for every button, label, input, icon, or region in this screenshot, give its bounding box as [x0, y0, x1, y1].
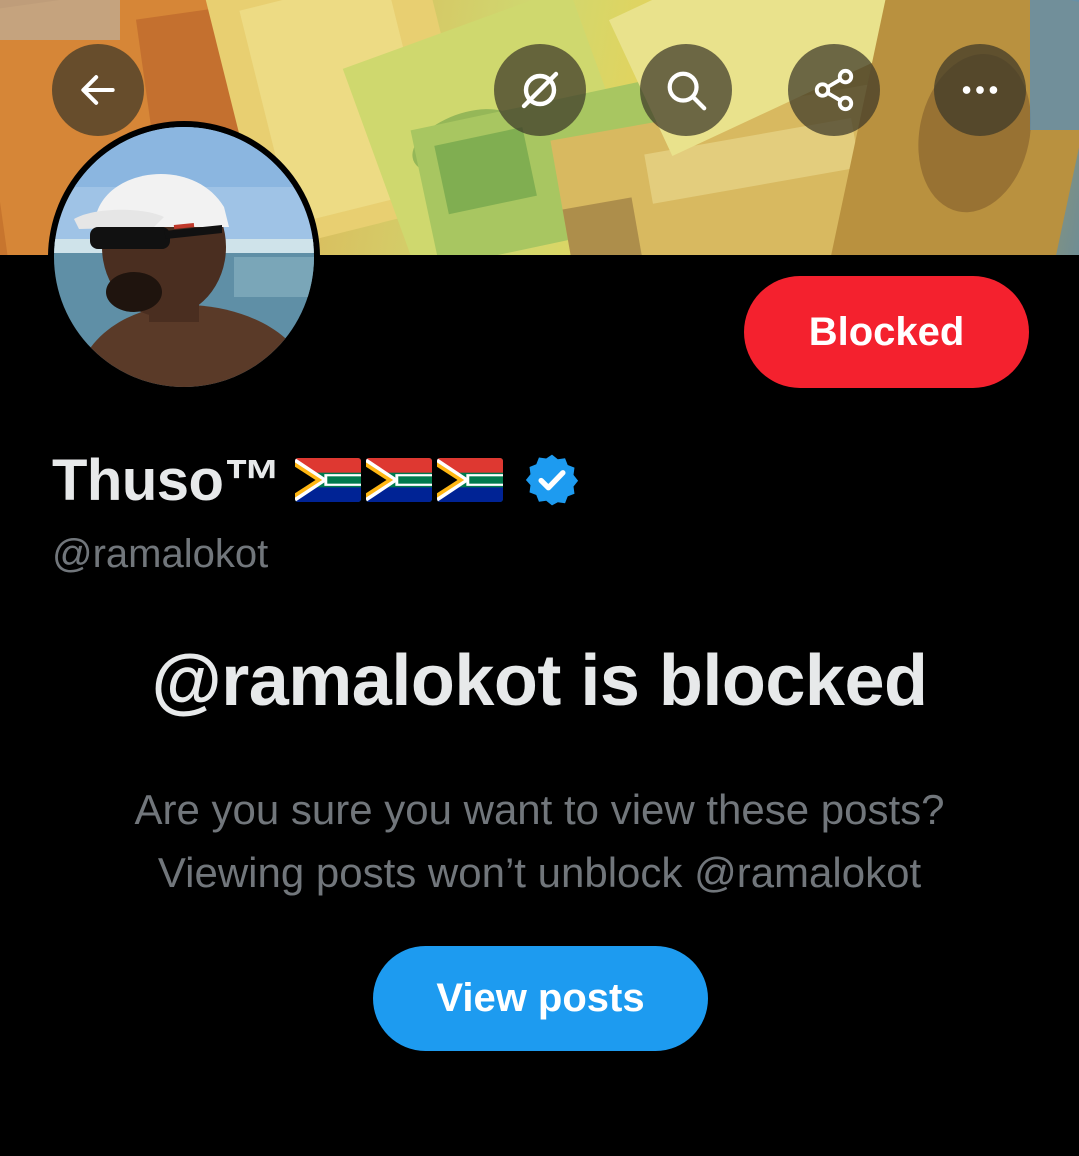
more-icon	[962, 86, 998, 94]
search-button[interactable]	[640, 44, 732, 136]
profile-handle: @ramalokot	[52, 532, 269, 576]
blocked-headline: @ramalokot is blocked	[151, 641, 928, 721]
south-africa-flag-icon	[294, 458, 361, 502]
blocked-button[interactable]: Blocked	[744, 276, 1029, 388]
more-button[interactable]	[934, 44, 1026, 136]
blocked-description-line2: Viewing posts won’t unblock @ramalokot	[157, 849, 922, 896]
grok-icon	[521, 71, 559, 109]
share-button[interactable]	[788, 44, 880, 136]
display-name: Thuso™	[52, 447, 281, 513]
arrow-left-icon	[81, 75, 115, 105]
verified-badge-icon[interactable]	[523, 451, 581, 509]
profile-name-row: Thuso™	[52, 447, 581, 513]
south-africa-flag-icon	[365, 458, 432, 502]
share-icon	[814, 68, 854, 112]
view-posts-button[interactable]: View posts	[373, 946, 708, 1051]
avatar-photo	[54, 127, 314, 387]
blocked-description: Are you sure you want to view these post…	[0, 778, 1079, 904]
back-button[interactable]	[52, 44, 144, 136]
avatar[interactable]	[48, 121, 320, 393]
search-icon	[667, 71, 707, 111]
south-africa-flag-icon	[436, 458, 503, 502]
blocked-description-line1: Are you sure you want to view these post…	[134, 786, 945, 833]
grok-button[interactable]	[494, 44, 586, 136]
